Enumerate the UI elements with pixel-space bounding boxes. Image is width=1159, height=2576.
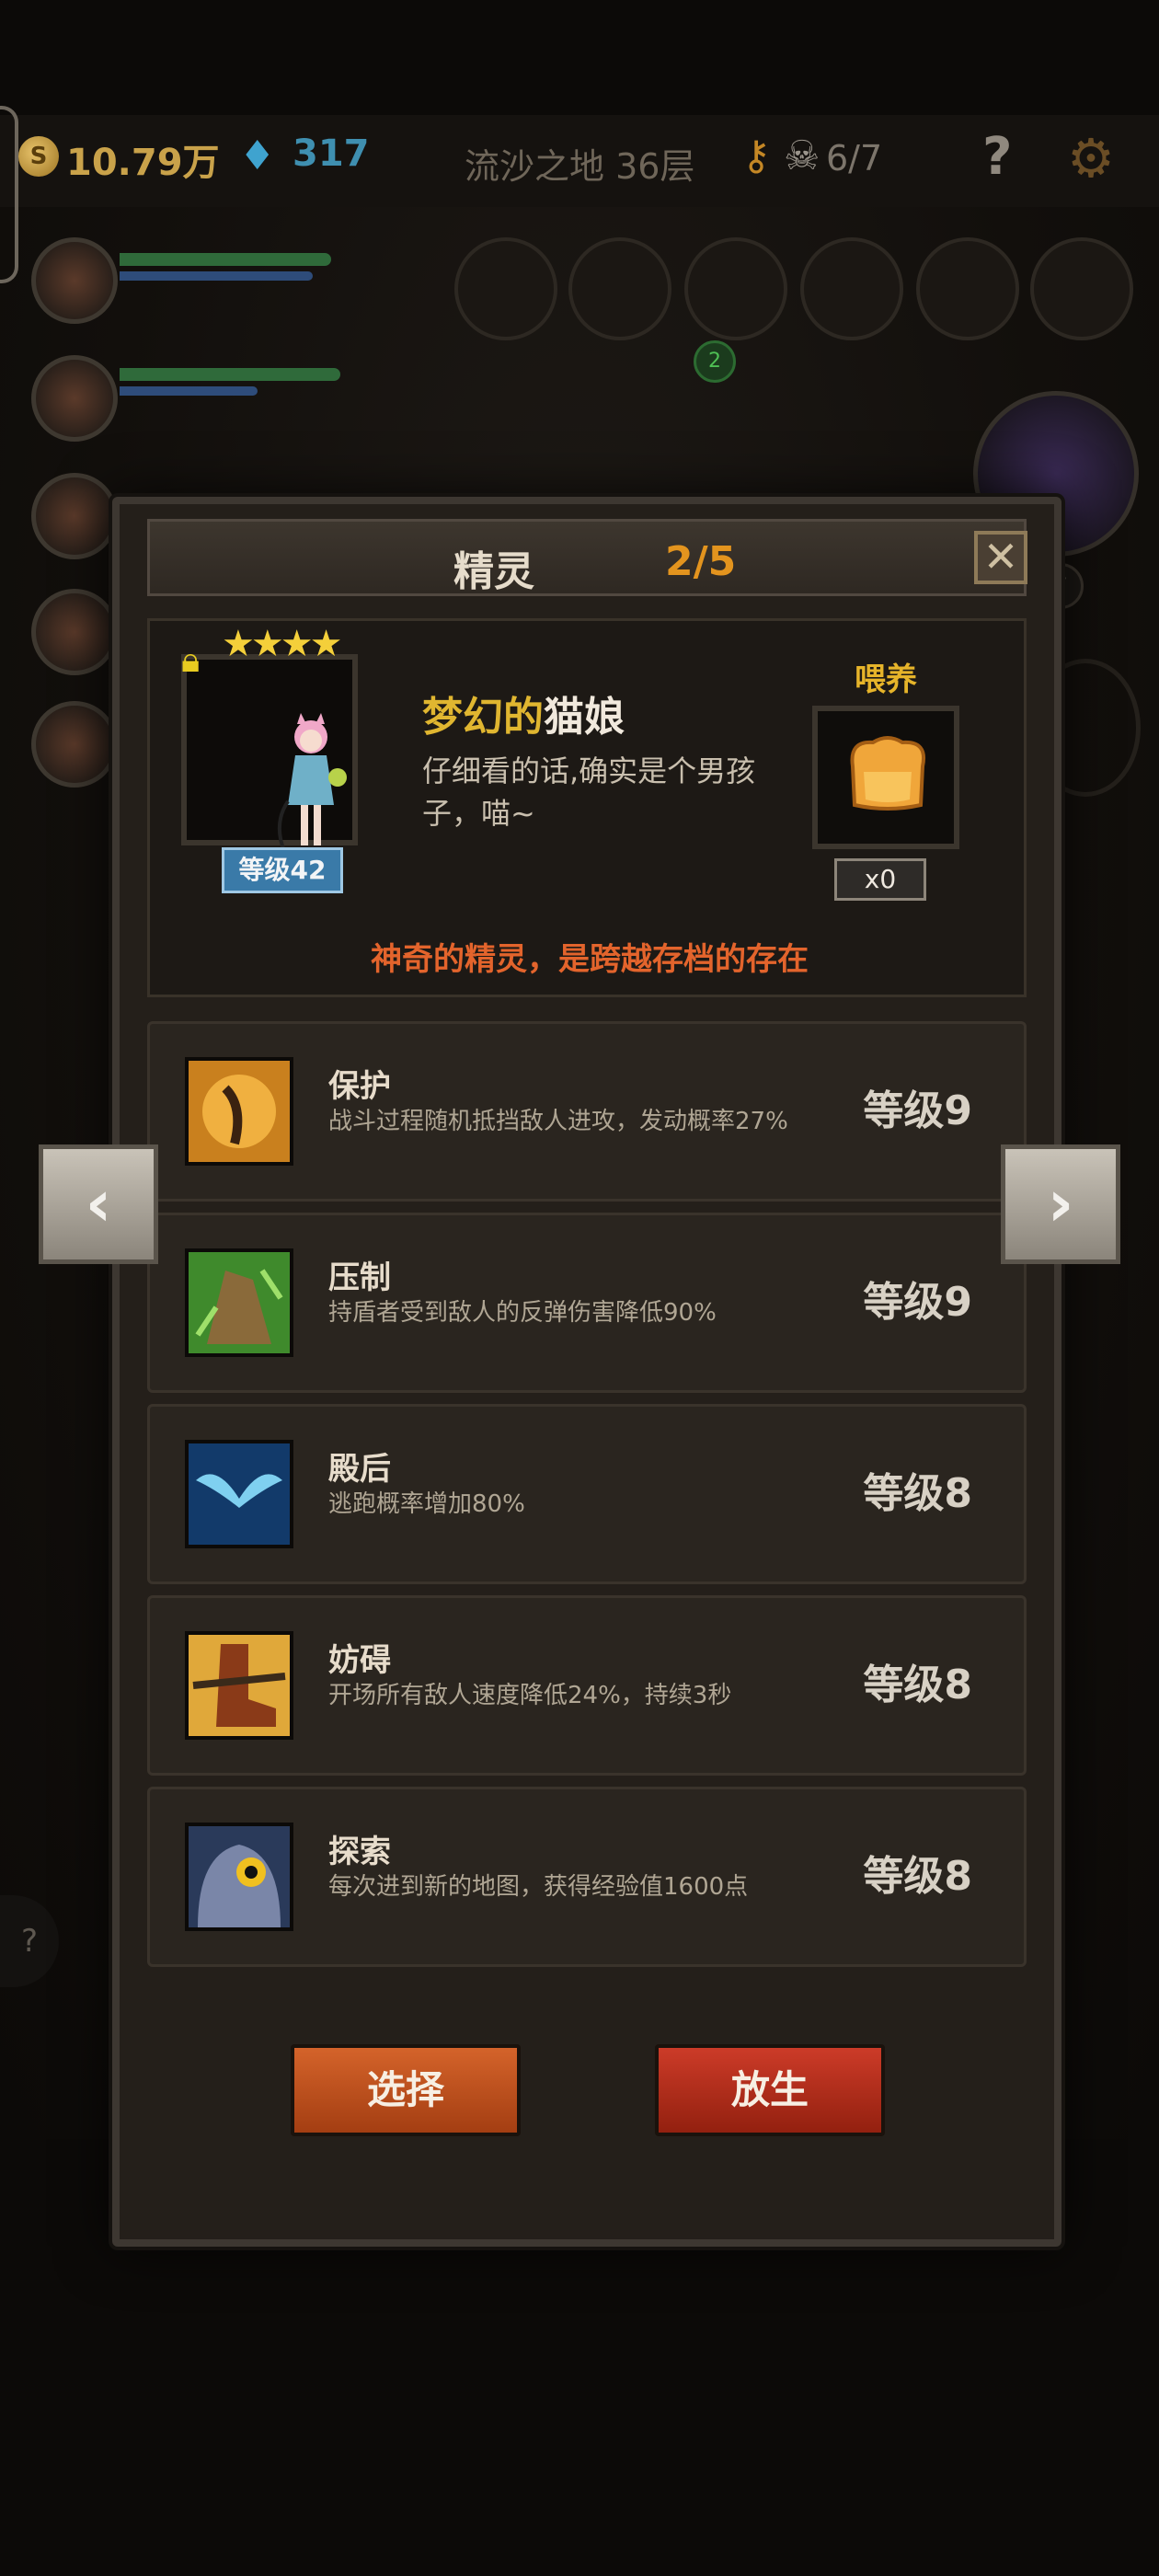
kill-counter: 6/7 [826,138,883,178]
hero-portrait-1[interactable] [31,237,118,324]
hero-1-bars [120,253,359,293]
spirit-level-badge: 等级42 [222,847,343,893]
hero-portrait-4[interactable] [31,589,118,675]
chained-boot-icon [185,1631,293,1740]
item-slot-potion[interactable] [916,237,1019,340]
hero-2-bars [120,368,359,408]
skill-level: 等级9 [863,1279,972,1326]
feed-count: x0 [834,858,926,901]
gold-amount: 10.79万 [66,142,220,184]
catgirl-sprite-icon [277,713,347,852]
skill-level: 等级8 [863,1470,972,1517]
help-button[interactable]: ? [982,127,1012,187]
claw-icon [185,1248,293,1357]
slot-count-badge: 2 [694,340,736,383]
previous-arrow-button[interactable]: ‹ [39,1144,158,1264]
spirit-description: 仔细看的话,确实是个男孩子，喵~ [422,753,756,831]
skill-row[interactable]: 保护 战斗过程随机抵挡敌人进攻，发动概率27% 等级9 [147,1021,1027,1202]
spirit-dialog: 精灵 2/5 ✕ 🔒︎ ★★★★ 等级42 梦幻的猫娘 仔细看的话,确实是个男孩… [112,497,1061,2247]
skill-row[interactable]: 探索 每次进到新的地图，获得经验值1600点 等级8 [147,1787,1027,1967]
settings-gear-icon[interactable]: ⚙ [1067,127,1115,190]
item-slot-bell[interactable] [684,237,787,340]
spirit-portrait[interactable] [181,654,358,852]
star-rating: ★★★★ [222,623,342,665]
item-slot-coffin[interactable] [1030,237,1133,340]
hero-portrait-3[interactable] [31,473,118,559]
spirit-name-main: 猫娘 [544,694,625,741]
skill-name: 探索 [328,1834,391,1870]
spirit-count: 2/5 [665,538,737,585]
spirit-name-prefix: 梦幻的 [422,694,544,741]
item-slot-feather[interactable] [800,237,903,340]
side-frame [0,106,18,283]
skill-description: 持盾者受到敌人的反弹伤害降低90% [328,1299,717,1327]
skill-name: 保护 [328,1068,391,1105]
skill-description: 战斗过程随机抵挡敌人进攻，发动概率27% [328,1108,788,1135]
skull-icon: ☠ [784,132,820,179]
item-slot-horse[interactable] [454,237,557,340]
skill-row[interactable]: 压制 持盾者受到敌人的反弹伤害降低90% 等级9 [147,1213,1027,1393]
bread-icon [850,736,925,811]
spirit-name: 梦幻的猫娘 [422,684,625,742]
skill-level: 等级8 [863,1662,972,1708]
skill-name: 压制 [328,1259,391,1296]
item-slot-arrow[interactable] [568,237,671,340]
skill-name: 殿后 [328,1451,391,1488]
skill-name: 妨碍 [328,1642,391,1679]
hero-portrait-5[interactable] [31,701,118,788]
shield-guardian-icon [185,1057,293,1166]
lock-icon[interactable]: 🔒︎ [181,639,200,681]
wings-icon [185,1440,293,1548]
owl-icon [185,1823,293,1931]
skill-row[interactable]: 殿后 逃跑概率增加80% 等级8 [147,1404,1027,1584]
dialog-title: 精灵 [453,548,534,595]
close-button[interactable]: ✕ [974,531,1027,584]
key-icon: ⚷ [741,132,772,179]
skill-description: 逃跑概率增加80% [328,1490,525,1518]
gem-amount: 317 [293,132,370,175]
skill-description: 开场所有敌人速度降低24%，持续3秒 [328,1682,732,1709]
dialog-header: 精灵 2/5 ✕ [147,519,1027,596]
hero-portrait-2[interactable] [31,355,118,442]
spirit-tagline: 神奇的精灵，是跨越存档的存在 [371,941,809,978]
feed-label: 喂养 [855,661,917,698]
gold-coin-icon: S [18,136,59,177]
diamond-icon: ♦ [239,132,276,179]
feed-slot[interactable] [812,706,959,849]
select-button[interactable]: 选择 [291,2044,521,2136]
spirit-info-panel: 🔒︎ ★★★★ 等级42 梦幻的猫娘 仔细看的话,确实是个男孩子，喵~ 喂养 x… [147,618,1027,997]
release-button[interactable]: 放生 [655,2044,885,2136]
floor-label: 流沙之地 36层 [465,146,695,187]
skill-description: 每次进到新的地图，获得经验值1600点 [328,1873,749,1901]
skill-row[interactable]: 妨碍 开场所有敌人速度降低24%，持续3秒 等级8 [147,1595,1027,1776]
next-arrow-button[interactable]: › [1001,1144,1120,1264]
skill-level: 等级9 [863,1087,972,1134]
skill-level: 等级8 [863,1853,972,1900]
